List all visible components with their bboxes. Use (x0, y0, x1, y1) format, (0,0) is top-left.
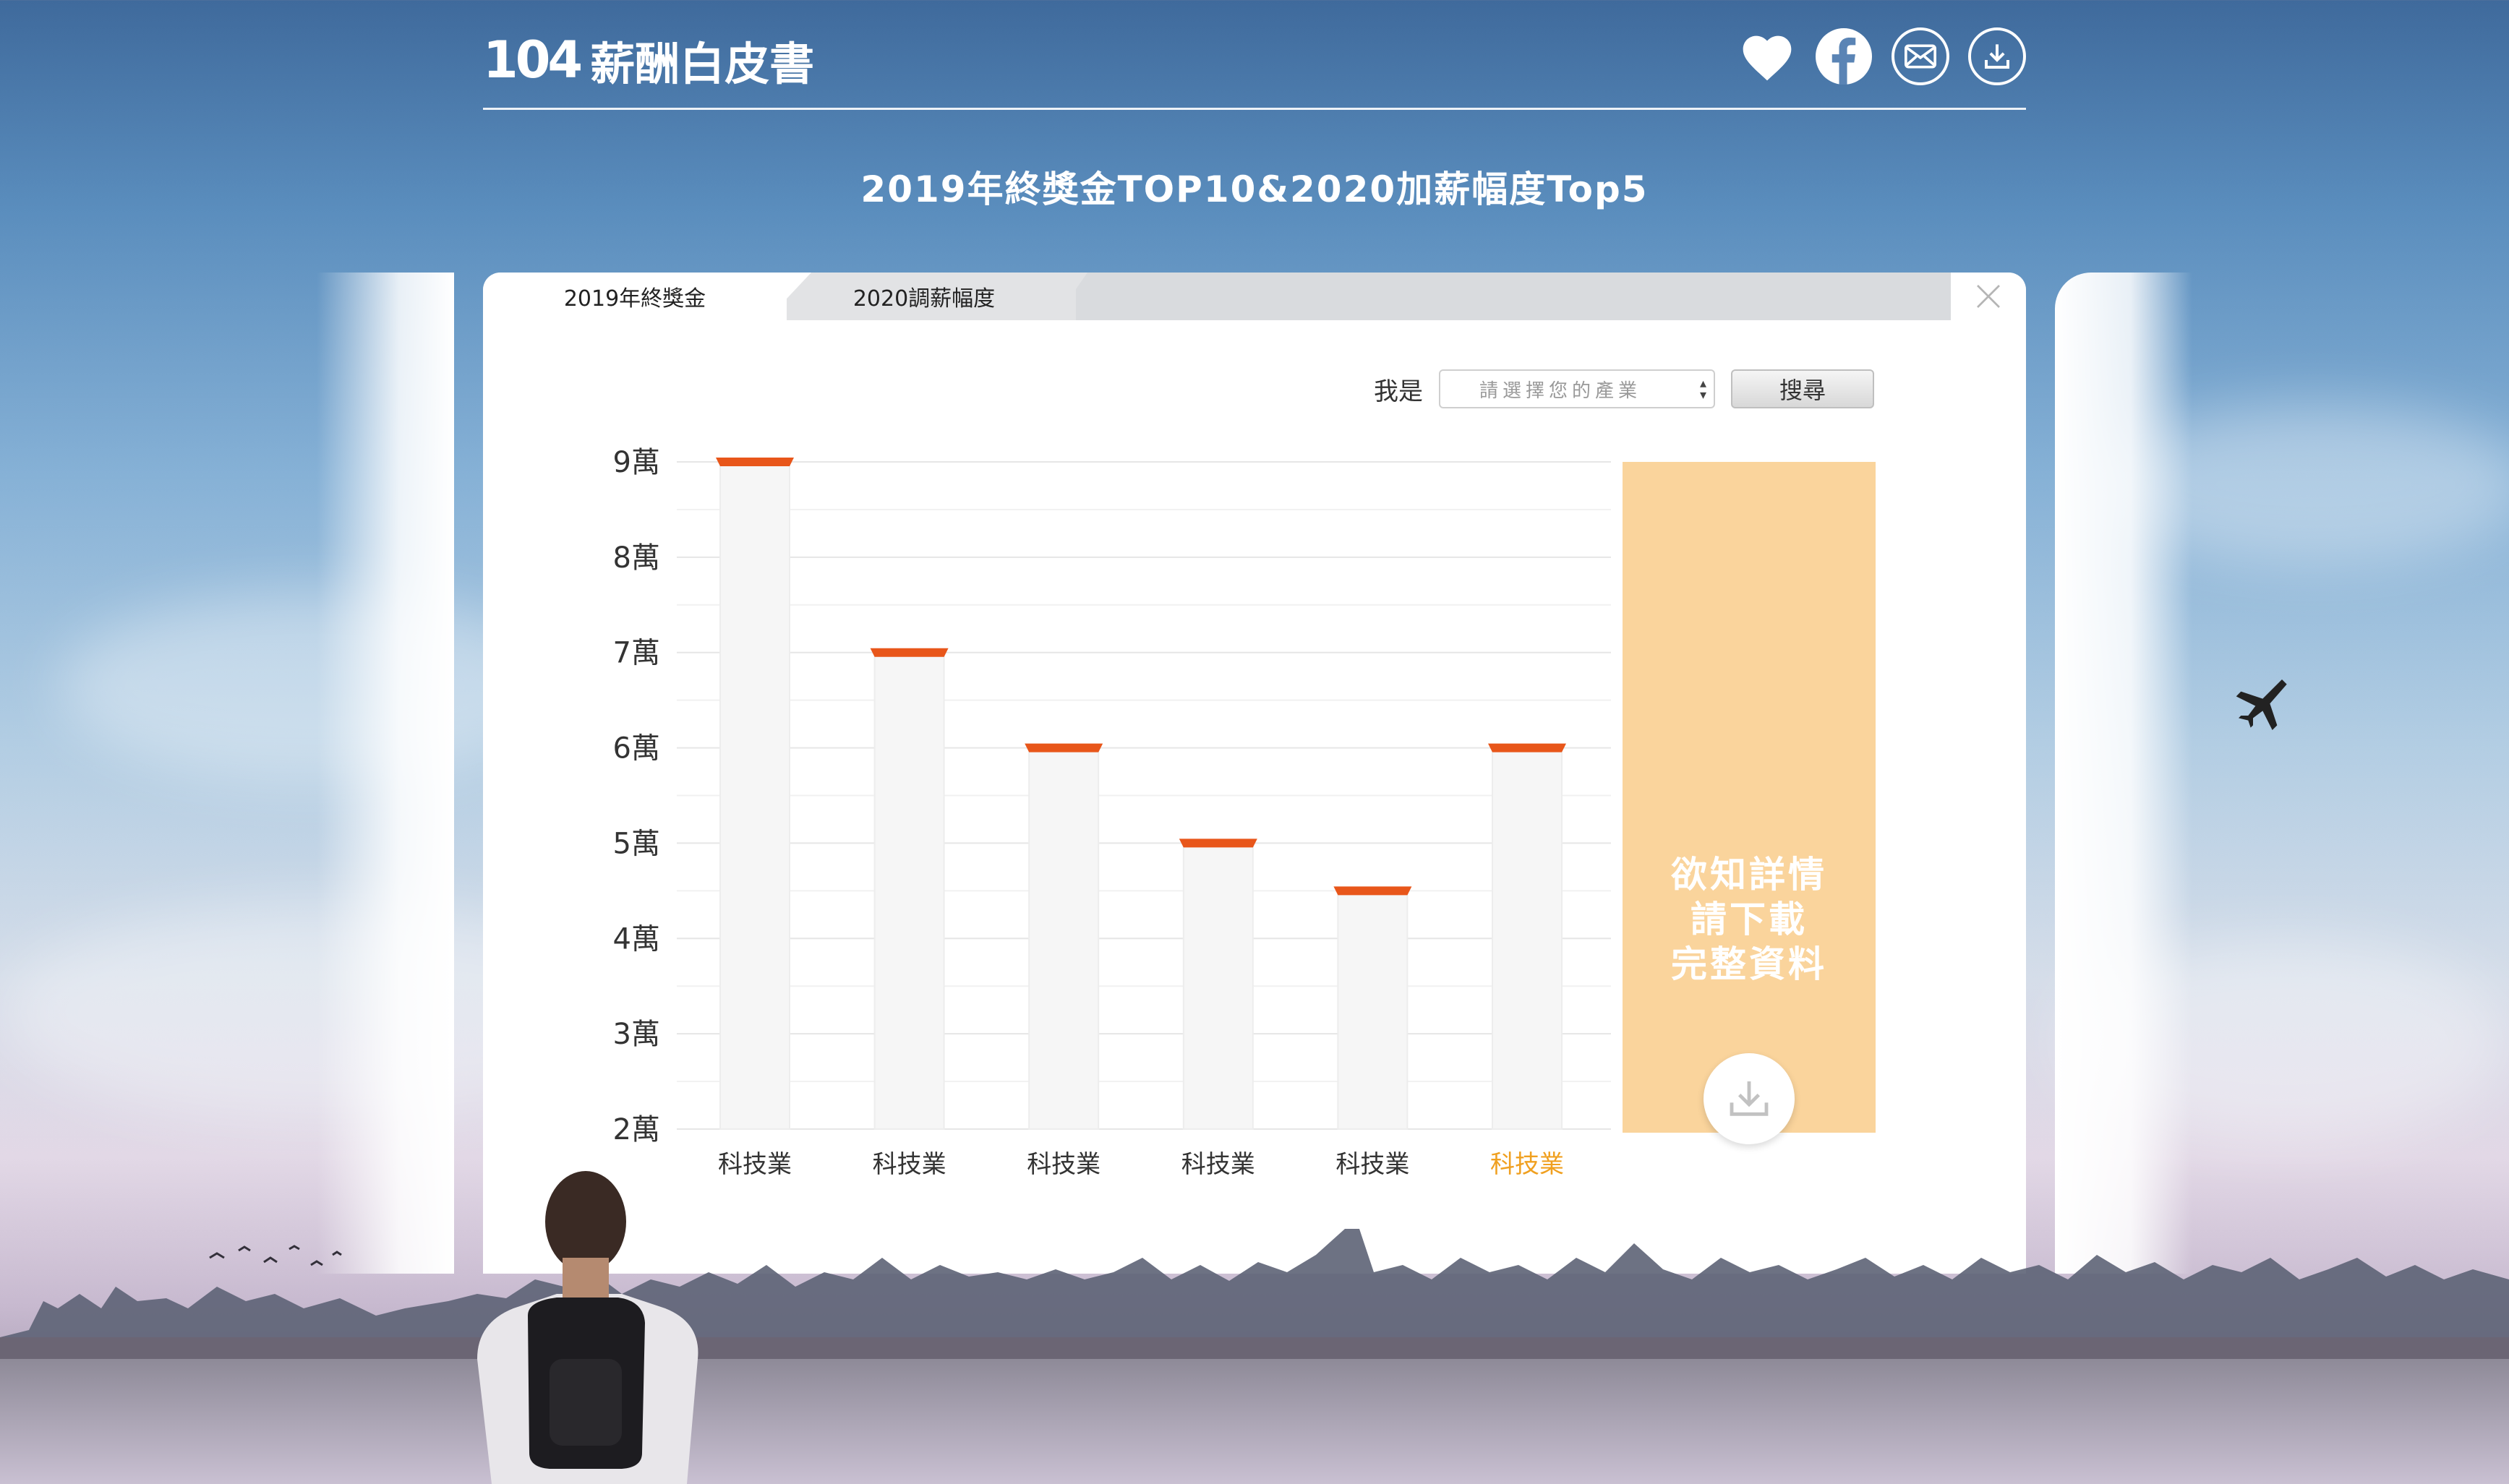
facebook-icon[interactable] (1815, 27, 1873, 85)
bar-top-marker (1179, 838, 1257, 848)
download-cta-panel[interactable]: 欲知詳情 請下載 完整資料 (1623, 462, 1876, 1144)
bar[interactable] (1337, 890, 1409, 1130)
y-tick-label: 7萬 (613, 637, 660, 670)
category-label: 科技業 (1335, 1150, 1409, 1179)
airplane-icon (2236, 679, 2287, 730)
close-button[interactable] (1951, 273, 2026, 320)
header-actions (1738, 27, 2026, 85)
chart-card: 2020調薪幅度 2019年終獎金 我是 請選擇您的產業 ▴ ▾ 搜尋 2萬 3萬 4… (483, 273, 2026, 1274)
category-label: 科技業 (1181, 1150, 1255, 1179)
cta-line-2: 請下載 (1691, 898, 1808, 940)
select-arrows-icon: ▴ ▾ (1699, 376, 1706, 403)
bar[interactable] (1182, 842, 1254, 1131)
category-label: 科技業 (1490, 1150, 1564, 1179)
category-label: 科技業 (718, 1150, 792, 1179)
bonus-bar-chart: 2萬3萬4萬5萬6萬7萬8萬9萬科技業 科技業 科技業 科技業 科技業 科技業 (613, 446, 1611, 1179)
download-icon[interactable] (1968, 27, 2026, 85)
category-label: 科技業 (873, 1150, 946, 1179)
cta-line-1: 欲知詳情 (1671, 854, 1827, 896)
birds-illustration (209, 1245, 342, 1266)
y-tick-label: 8萬 (613, 541, 660, 575)
logo-mark: 104 (483, 30, 583, 90)
bar-top-marker (1025, 743, 1103, 752)
bar[interactable] (1492, 747, 1563, 1130)
y-tick-label: 3萬 (613, 1018, 660, 1051)
bar[interactable] (719, 461, 790, 1130)
man-with-backpack-illustration (477, 1171, 698, 1484)
cta-line-3: 完整資料 (1671, 943, 1827, 985)
bar-top-marker (716, 458, 794, 466)
logo-text: 薪酬白皮書 (590, 38, 815, 90)
city-skyline-illustration (0, 1229, 2509, 1484)
category-label: 科技業 (1027, 1150, 1100, 1179)
bar-top-marker (870, 648, 949, 657)
site-header: 104 薪酬白皮書 (483, 0, 2026, 110)
y-tick-label: 9萬 (613, 446, 660, 479)
download-cta-text: 欲知詳情 請下載 完整資料 (1623, 852, 1876, 987)
bar-top-marker (1333, 886, 1412, 896)
y-tick-label: 5萬 (613, 827, 660, 860)
side-panel-left (317, 273, 454, 1274)
search-button[interactable]: 搜尋 (1731, 369, 1874, 408)
close-icon (1977, 285, 2000, 308)
bar-top-marker (1488, 743, 1566, 752)
y-tick-label: 6萬 (613, 732, 660, 765)
bar[interactable] (1028, 747, 1100, 1130)
heart-icon[interactable] (1738, 27, 1796, 85)
bar[interactable] (873, 651, 945, 1130)
page-title: 2019年終獎金TOP10&2020加薪幅度Top5 (860, 168, 1649, 210)
logo[interactable]: 104 薪酬白皮書 (483, 27, 814, 93)
y-tick-label: 4萬 (613, 922, 660, 956)
cta-download-button[interactable] (1704, 1053, 1795, 1144)
side-panel-right (2055, 273, 2192, 1274)
download-icon (1730, 1081, 1769, 1116)
mail-icon[interactable] (1892, 27, 1949, 85)
